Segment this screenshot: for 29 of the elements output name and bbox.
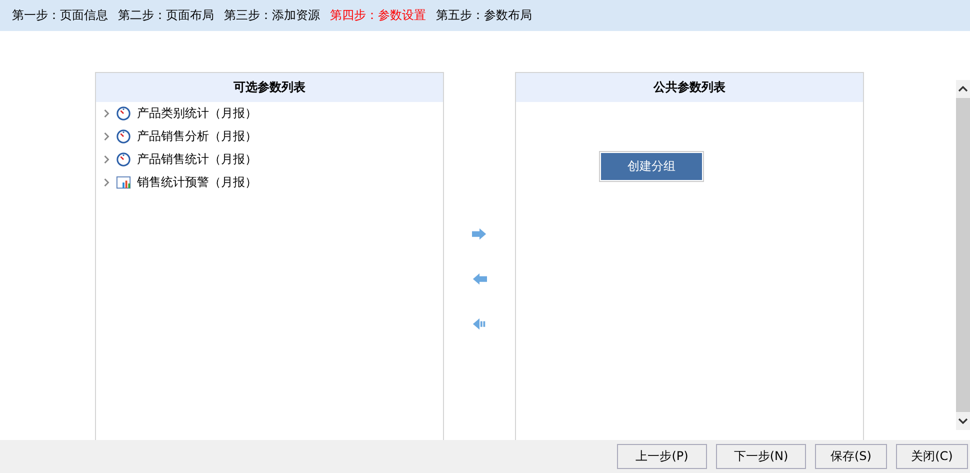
chevron-icon[interactable] (103, 155, 110, 164)
scroll-down-icon[interactable] (958, 418, 968, 424)
scroll-up-icon[interactable] (958, 86, 968, 92)
footer-button[interactable]: 关闭(C) (896, 444, 968, 469)
arrow-right-icon[interactable] (472, 228, 487, 240)
bar-chart-icon (116, 175, 131, 190)
panel-title: 公共参数列表 (516, 73, 863, 102)
step-link[interactable]: 第五步：参数布局 (436, 7, 532, 24)
clock-icon (116, 152, 131, 167)
clock-icon (116, 106, 131, 121)
tree-item[interactable]: 产品销售分析（月报） (137, 128, 257, 145)
chevron-icon[interactable] (103, 132, 110, 141)
footer-button[interactable]: 上一步(P) (617, 444, 707, 469)
tree-item[interactable]: 销售统计预警（月报） (137, 174, 257, 191)
step-link[interactable]: 第三步：添加资源 (224, 7, 320, 24)
panel-title: 可选参数列表 (96, 73, 443, 102)
step-link[interactable]: 第一步：页面信息 (12, 7, 108, 24)
arrow-left-icon[interactable] (472, 273, 487, 285)
footer-button[interactable]: 保存(S) (815, 444, 887, 469)
chevron-icon[interactable] (103, 178, 110, 187)
step-link[interactable]: 第二步：页面布局 (118, 7, 214, 24)
create-group-button[interactable]: 创建分组 (600, 152, 703, 181)
tree-item[interactable]: 产品销售统计（月报） (137, 151, 257, 168)
clock-icon (116, 129, 131, 144)
chevron-icon[interactable] (103, 109, 110, 118)
scrollbar[interactable] (956, 80, 970, 430)
tree-item[interactable]: 产品类别统计（月报） (137, 105, 257, 122)
footer-button[interactable]: 下一步(N) (716, 444, 806, 469)
arrow-left-all-icon[interactable] (472, 318, 487, 330)
